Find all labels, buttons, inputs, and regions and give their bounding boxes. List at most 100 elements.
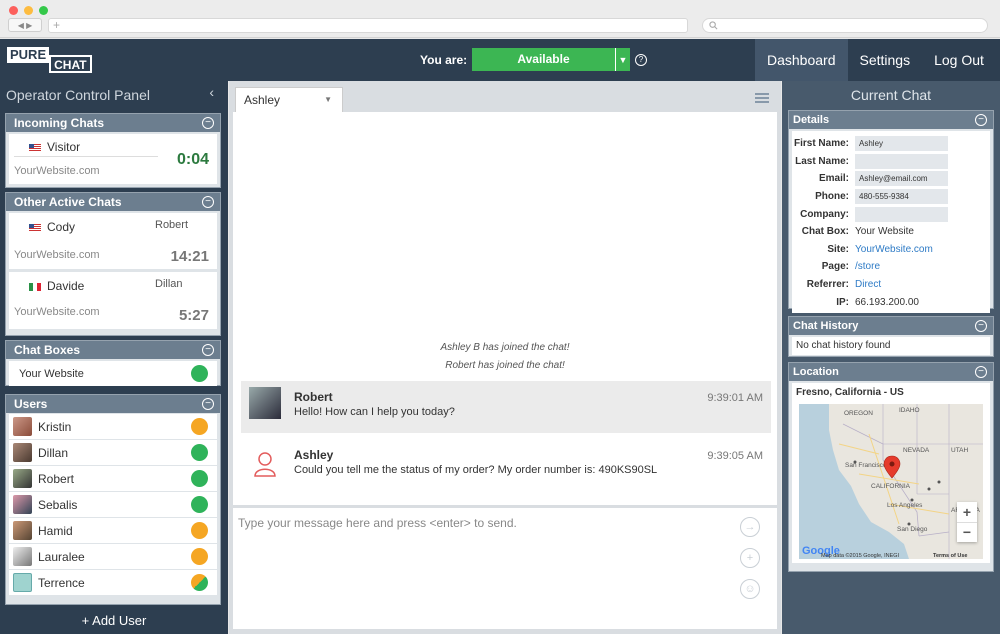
details-header: Details − xyxy=(789,111,993,129)
nav-settings[interactable]: Settings xyxy=(848,39,923,81)
detail-row: Page: /store xyxy=(792,258,990,276)
maximize-window-button[interactable] xyxy=(39,6,48,15)
map-label: San Francisco xyxy=(845,462,887,469)
incoming-chat-card[interactable]: Visitor YourWebsite.com 0:04 xyxy=(9,134,217,184)
chat-site: YourWebsite.com xyxy=(14,306,100,318)
user-row-kristin[interactable]: Kristin xyxy=(9,414,217,439)
visitor-name: Cody xyxy=(47,220,76,234)
logo-text-bottom: CHAT xyxy=(49,55,92,73)
availability-dropdown[interactable]: Available ▼ xyxy=(472,48,630,71)
chat-bubble-icon[interactable]: + xyxy=(740,548,760,568)
page-link[interactable]: /store xyxy=(855,261,880,272)
map-attribution: Map data ©2015 Google, INEGI xyxy=(821,552,900,559)
user-row-robert[interactable]: Robert xyxy=(9,466,217,491)
user-row-hamid[interactable]: Hamid xyxy=(9,518,217,543)
detail-label: IP: xyxy=(836,296,849,308)
italy-flag-icon xyxy=(29,282,41,291)
smiley-icon[interactable]: ☺ xyxy=(740,579,760,599)
other-active-chats-panel: Other Active Chats − Cody Robert YourWebs… xyxy=(5,192,221,336)
map-label: NEVADA xyxy=(903,447,930,454)
chevron-down-icon[interactable]: ▼ xyxy=(615,48,630,71)
tab-ashley[interactable]: Ashley ▼ xyxy=(235,87,343,112)
message-time: 9:39:01 AM xyxy=(707,392,763,404)
minimize-icon[interactable]: − xyxy=(975,366,987,378)
user-row-lauralee[interactable]: Lauralee xyxy=(9,544,217,569)
status-online-icon[interactable] xyxy=(191,365,208,382)
chat-duration: 5:27 xyxy=(178,307,209,324)
browser-nav-buttons[interactable]: ◀ ▶ xyxy=(8,18,42,32)
message-text: Could you tell me the status of my order… xyxy=(294,464,658,476)
map-label: Los Angeles xyxy=(887,502,923,509)
message-text: Hello! How can I help you today? xyxy=(294,406,455,418)
send-icon[interactable]: → xyxy=(740,517,760,537)
chat-duration: 14:21 xyxy=(170,248,209,265)
minimize-window-button[interactable] xyxy=(24,6,33,15)
user-name: Hamid xyxy=(38,523,73,538)
map-label: CALIFORNIA xyxy=(871,483,911,490)
availability-value: Available xyxy=(517,52,570,66)
message-time: 9:39:05 AM xyxy=(707,450,763,462)
chat-box-item[interactable]: Your Website xyxy=(9,361,217,386)
minimize-icon[interactable]: − xyxy=(975,320,987,332)
chat-boxes-panel: Chat Boxes − Your Website xyxy=(5,340,221,386)
user-row-dillan[interactable]: Dillan xyxy=(9,440,217,465)
message-input[interactable]: Type your message here and press <enter>… xyxy=(233,508,777,629)
user-row-terrence[interactable]: Terrence xyxy=(9,570,217,595)
chat-history-panel: Chat History − No chat history found xyxy=(788,316,994,357)
chevron-down-icon[interactable]: ▼ xyxy=(324,88,332,112)
detail-row: Company: xyxy=(792,205,990,223)
zoom-in-button[interactable]: + xyxy=(957,502,977,522)
active-chat-card[interactable]: Davide Dillan YourWebsite.com 5:27 xyxy=(9,272,217,329)
operator-control-panel: Operator Control Panel ‹ Incoming Chats −… xyxy=(0,81,228,634)
referrer-link[interactable]: Direct xyxy=(855,279,881,290)
system-message: Robert has joined the chat! xyxy=(445,360,565,371)
detail-label: Page: xyxy=(821,261,849,273)
user-row-sebalis[interactable]: Sebalis xyxy=(9,492,217,517)
user-name: Terrence xyxy=(38,575,85,590)
active-chat-visitor: Cody xyxy=(29,220,75,234)
top-nav: Dashboard Settings Log Out xyxy=(755,39,996,81)
location-panel: Location − Fresno, California - US OREGON… xyxy=(788,362,994,572)
minimize-icon[interactable]: − xyxy=(202,398,214,410)
minimize-icon[interactable]: − xyxy=(202,344,214,356)
operator-name: Dillan xyxy=(155,278,183,290)
active-chat-card[interactable]: Cody Robert YourWebsite.com 14:21 xyxy=(9,213,217,269)
address-bar[interactable]: + xyxy=(48,18,688,33)
help-icon[interactable]: ? xyxy=(635,54,647,66)
current-chat-title: Current Chat xyxy=(850,87,932,103)
avatar xyxy=(13,547,32,566)
site-link[interactable]: YourWebsite.com xyxy=(855,244,933,255)
first-name-field[interactable]: Ashley xyxy=(855,136,948,152)
user-name: Lauralee xyxy=(38,549,85,564)
detail-label: Company: xyxy=(800,208,849,220)
menu-icon[interactable] xyxy=(755,93,769,103)
avatar xyxy=(249,387,281,419)
zoom-out-button[interactable]: − xyxy=(957,522,977,542)
location-map[interactable]: OREGON IDAHO NEVADA San Francisco CALIFO… xyxy=(799,404,983,559)
system-message: Ashley B has joined the chat! xyxy=(440,342,570,353)
browser-search-bar[interactable] xyxy=(702,18,988,33)
nav-dashboard[interactable]: Dashboard xyxy=(755,39,848,81)
phone-field[interactable]: 480-555-9384 xyxy=(855,189,948,205)
close-window-button[interactable] xyxy=(9,6,18,15)
status-away-icon xyxy=(191,418,208,435)
collapse-icon[interactable]: ‹ xyxy=(209,84,214,100)
minimize-icon[interactable]: − xyxy=(202,117,214,129)
tab-label: Ashley xyxy=(244,93,281,107)
purechat-logo[interactable]: PURE CHAT xyxy=(7,47,92,73)
chat-message: Robert Hello! How can I help you today? … xyxy=(241,381,771,433)
last-name-field[interactable] xyxy=(855,153,948,169)
message-placeholder: Type your message here and press <enter>… xyxy=(238,516,517,530)
email-field[interactable]: Ashley@email.com xyxy=(855,171,948,187)
minimize-icon[interactable]: − xyxy=(975,114,987,126)
chat-history-text: No chat history found xyxy=(792,337,990,355)
company-field[interactable] xyxy=(855,206,948,222)
minimize-icon[interactable]: − xyxy=(202,196,214,208)
logo-text-top: PURE xyxy=(7,47,50,63)
detail-label: Email: xyxy=(818,173,849,185)
add-user-button[interactable]: + Add User xyxy=(0,613,228,628)
browser-chrome: ◀ ▶ + xyxy=(0,0,1000,38)
detail-row: Last Name: xyxy=(792,153,990,171)
active-chats-title: Other Active Chats xyxy=(14,195,122,209)
nav-logout[interactable]: Log Out xyxy=(922,39,996,81)
